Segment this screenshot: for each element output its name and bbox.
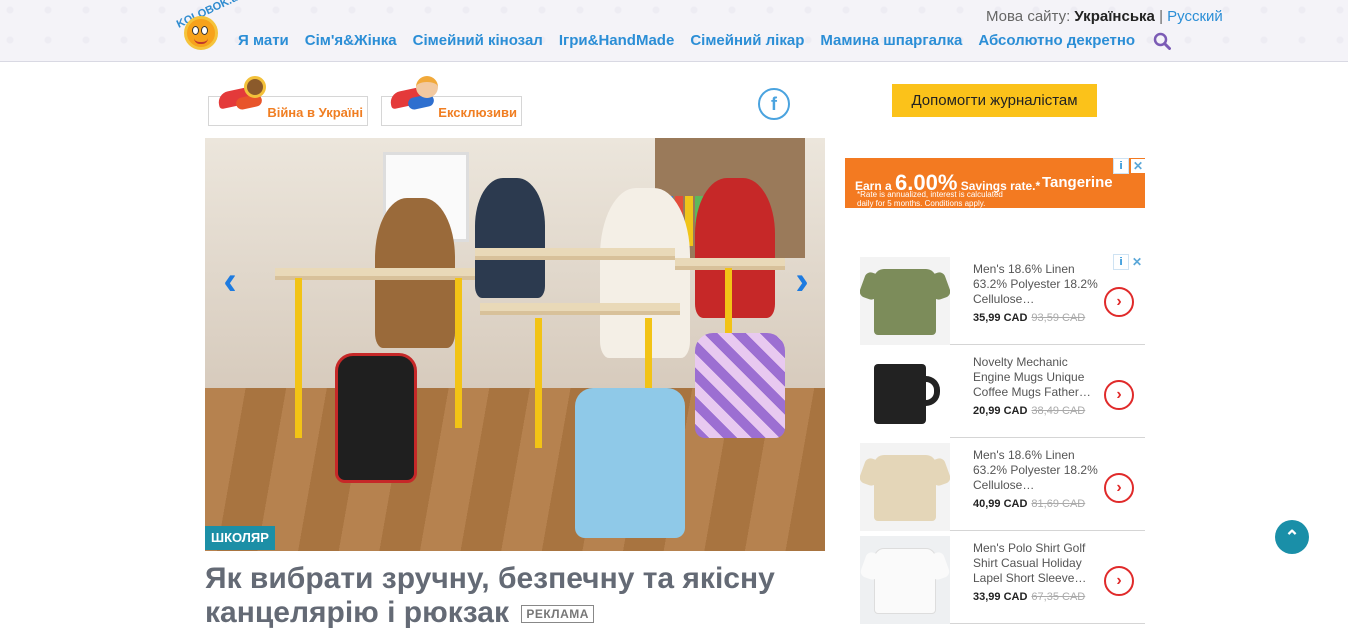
- product-title[interactable]: Men's 18.6% Linen 63.2% Polyester 18.2% …: [973, 448, 1098, 493]
- nav-item-simeinyi-likar[interactable]: Сімейний лікар: [690, 32, 804, 49]
- school-desk: [475, 248, 675, 260]
- product-price-old: 93,59 CAD: [1031, 312, 1086, 324]
- nav-item-mamyna-shpargalka[interactable]: Мамина шпаргалка: [820, 32, 962, 49]
- product-price-old: 38,49 CAD: [1031, 405, 1086, 417]
- product-price: 35,99 CAD 93,59 CAD: [973, 312, 1085, 324]
- mug-icon: [874, 364, 926, 424]
- nav-item-simya-zhinka[interactable]: Сім'я&Жінка: [305, 32, 397, 49]
- shirt-icon: [874, 269, 936, 335]
- product-price-old: 67,35 CAD: [1031, 591, 1086, 603]
- article-image[interactable]: [205, 138, 825, 551]
- superhero-boy-icon: [384, 68, 446, 124]
- language-russian-link[interactable]: Русский: [1167, 8, 1223, 25]
- school-desk: [275, 268, 475, 280]
- search-icon[interactable]: [1153, 32, 1171, 50]
- desk-leg: [295, 278, 302, 438]
- banner-brand: Tangerine: [1042, 174, 1113, 191]
- language-switcher: Мова сайту: Українська | Русский: [986, 8, 1223, 25]
- main-nav: Я мати Сім'я&Жінка Сімейний кінозал Ігри…: [238, 32, 1135, 49]
- product-price-current: 20,99 CAD: [973, 405, 1028, 417]
- article-title-text[interactable]: Як вибрати зручну, безпечну та якісну ка…: [205, 562, 775, 629]
- tangerine-banner-ad[interactable]: Earn a 6.00% Savings rate.* *Rate is ann…: [845, 158, 1145, 208]
- product-image[interactable]: [860, 257, 950, 345]
- product-ad[interactable]: Novelty Mechanic Engine Mugs Unique Coff…: [860, 345, 1145, 438]
- adchoices-icon[interactable]: i: [1113, 158, 1129, 174]
- superhero-girl-icon: [212, 68, 274, 124]
- category-tag[interactable]: ШКОЛЯР: [205, 526, 275, 550]
- close-icon[interactable]: ✕: [1131, 159, 1145, 173]
- desk-leg: [455, 278, 462, 428]
- language-label: Мова сайту:: [986, 8, 1071, 25]
- chevron-right-icon[interactable]: ›: [1104, 287, 1134, 317]
- product-title[interactable]: Novelty Mechanic Engine Mugs Unique Coff…: [973, 355, 1098, 400]
- language-current[interactable]: Українська: [1074, 8, 1154, 25]
- logo-eye-left: [192, 26, 199, 35]
- banner-footnote: *Rate is annualized, interest is calcula…: [857, 190, 1003, 208]
- nav-item-ya-maty[interactable]: Я мати: [238, 32, 289, 49]
- chevron-right-icon[interactable]: ›: [1104, 380, 1134, 410]
- mug-handle: [922, 376, 940, 406]
- shirt-icon: [874, 455, 936, 521]
- product-price-current: 33,99 CAD: [973, 591, 1028, 603]
- product-image[interactable]: [860, 350, 950, 438]
- language-separator: |: [1159, 8, 1163, 25]
- nav-item-simeinyi-kinozal[interactable]: Сімейний кінозал: [413, 32, 543, 49]
- product-price: 20,99 CAD 38,49 CAD: [973, 405, 1085, 417]
- product-price-current: 35,99 CAD: [973, 312, 1028, 324]
- banner-footnote-line1: *Rate is annualized, interest is calcula…: [857, 190, 1003, 199]
- exclusives-label: Ексклюзиви: [438, 105, 517, 120]
- logo-eye-right: [201, 26, 208, 35]
- black-backpack: [335, 353, 417, 483]
- nav-item-absolyutno-dekretno[interactable]: Абсолютно декретно: [978, 32, 1135, 49]
- chevron-right-icon[interactable]: ›: [788, 256, 816, 306]
- desk-leg: [535, 318, 542, 448]
- child-figure: [695, 178, 775, 318]
- child-figure: [475, 178, 545, 298]
- facebook-icon[interactable]: f: [758, 88, 790, 120]
- product-ad[interactable]: Men's Polo Shirt Golf Shirt Casual Holid…: [860, 531, 1145, 624]
- banner-footnote-line2: daily for 5 months. Conditions apply.: [857, 199, 986, 208]
- purple-backpack: [695, 333, 785, 438]
- product-title[interactable]: Men's 18.6% Linen 63.2% Polyester 18.2% …: [973, 262, 1098, 307]
- war-in-ukraine-label: Війна в Україні: [267, 105, 363, 120]
- site-header: KOLOBOK.ua Мова сайту: Українська | Русс…: [0, 0, 1348, 62]
- chevron-right-icon[interactable]: ›: [1104, 566, 1134, 596]
- school-desk: [480, 303, 680, 315]
- blue-backpack: [575, 388, 685, 538]
- chevron-left-icon[interactable]: ‹: [216, 256, 244, 306]
- product-image[interactable]: [860, 443, 950, 531]
- polo-shirt-icon: [874, 548, 936, 614]
- article-title[interactable]: Як вибрати зручну, безпечну та якісну ка…: [205, 562, 825, 630]
- product-price-current: 40,99 CAD: [973, 498, 1028, 510]
- product-price-old: 81,69 CAD: [1031, 498, 1086, 510]
- chevron-right-icon[interactable]: ›: [1104, 473, 1134, 503]
- ad-badge: РЕКЛАМА: [521, 605, 594, 624]
- product-price: 40,99 CAD 81,69 CAD: [973, 498, 1085, 510]
- product-image[interactable]: [860, 536, 950, 624]
- donate-button[interactable]: Допомогти журналістам: [892, 84, 1097, 117]
- product-price: 33,99 CAD 67,35 CAD: [973, 591, 1085, 603]
- nav-item-igry-handmade[interactable]: Ігри&HandMade: [559, 32, 674, 49]
- product-title[interactable]: Men's Polo Shirt Golf Shirt Casual Holid…: [973, 541, 1098, 586]
- chevron-up-icon[interactable]: ⌃: [1275, 520, 1309, 554]
- site-logo[interactable]: KOLOBOK.ua: [170, 0, 245, 58]
- product-ad[interactable]: Men's 18.6% Linen 63.2% Polyester 18.2% …: [860, 438, 1145, 531]
- product-ad[interactable]: Men's 18.6% Linen 63.2% Polyester 18.2% …: [860, 252, 1145, 345]
